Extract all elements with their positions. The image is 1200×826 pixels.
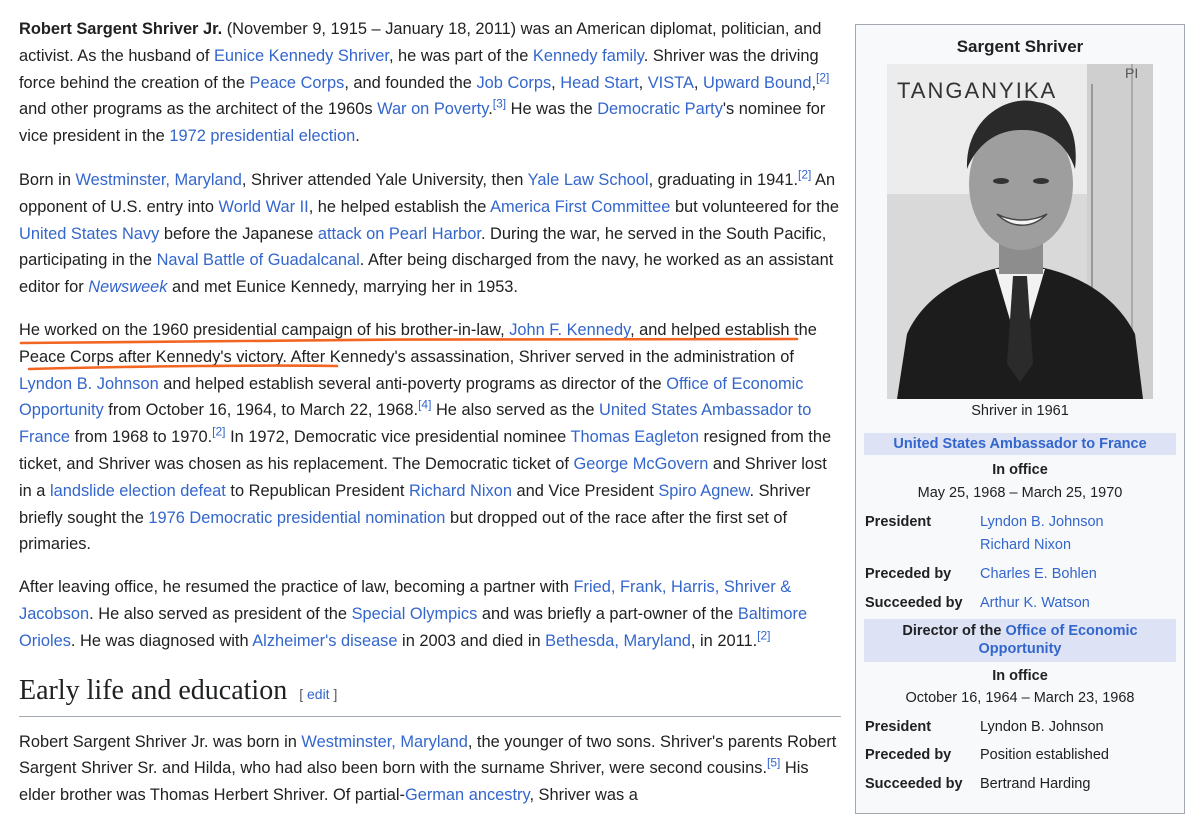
office1-in-office: In office [992,462,1048,478]
link-kennedy-family[interactable]: Kennedy family [533,47,644,65]
link-eunice-kennedy-shriver[interactable]: Eunice Kennedy Shriver [214,47,389,65]
office2-president-value: Lyndon B. Johnson [980,719,1104,735]
office1-preceded-value: Charles E. Bohlen [980,563,1097,586]
office2-president-label: President [865,719,932,735]
office1-president-list: Lyndon B. Johnson Richard Nixon [980,511,1104,557]
paragraph-later-life: After leaving office, he resumed the pra… [19,578,808,650]
link-alzheimers-disease[interactable]: Alzheimer's disease [252,632,397,650]
link-1972-presidential-election[interactable]: 1972 presidential election [169,127,355,145]
paragraph-early-life: Robert Sargent Shriver Jr. was born in W… [19,732,837,805]
citation-link[interactable]: [3] [493,97,506,111]
infobox-office1-header: United States Ambassador to France [864,433,1176,455]
link-thomas-eagleton[interactable]: Thomas Eagleton [571,428,699,446]
office1-preceded-label: Preceded by [865,566,952,582]
link-world-war-ii[interactable]: World War II [219,198,309,216]
citation-link[interactable]: [5] [767,756,780,770]
link-head-start[interactable]: Head Start [560,74,638,92]
link-america-first-committee[interactable]: America First Committee [490,198,670,216]
citation-link[interactable]: [2] [757,628,770,642]
citation-link[interactable]: [2] [798,168,811,182]
infobox-title: Sargent Shriver [956,37,1084,56]
svg-text:PI: PI [1125,65,1138,81]
section-edit: [ edit ] [299,685,338,702]
office1-dates: May 25, 1968 – March 25, 1970 [917,485,1123,501]
intro-paragraph: Robert Sargent Shriver Jr. (November 9, … [19,20,830,146]
link-democratic-party[interactable]: Democratic Party [597,100,723,118]
link-special-olympics[interactable]: Special Olympics [352,605,478,623]
office2-in-office: In office [992,668,1048,684]
link-newsweek[interactable]: Newsweek [88,278,167,296]
link-upward-bound[interactable]: Upward Bound [703,74,811,92]
link-landslide-election-defeat[interactable]: landslide election defeat [50,482,226,500]
section-heading: Early life and education[ edit ] [19,673,841,717]
office2-dates: October 16, 1964 – March 23, 1968 [905,690,1135,706]
link-german-ancestry[interactable]: German ancestry [405,786,530,804]
link-peace-corps[interactable]: Peace Corps [250,74,345,92]
portrait-image: TANGANYIKA PI [887,64,1153,399]
link-westminster-maryland[interactable]: Westminster, Maryland [301,733,467,751]
link-lyndon-b-johnson[interactable]: Lyndon B. Johnson [980,514,1104,530]
link-westminster-maryland[interactable]: Westminster, Maryland [76,171,242,189]
link-war-on-poverty[interactable]: War on Poverty [377,100,488,118]
link-richard-nixon[interactable]: Richard Nixon [980,537,1071,553]
link-united-states-navy[interactable]: United States Navy [19,225,159,243]
section-edit-link[interactable]: edit [307,686,330,702]
citation-link[interactable]: [2] [212,425,225,439]
link-george-mcgovern[interactable]: George McGovern [574,455,709,473]
link-lyndon-b-johnson[interactable]: Lyndon B. Johnson [19,375,159,393]
citation-link[interactable]: [2] [816,70,829,84]
office1-succeeded-value: Arthur K. Watson [980,592,1090,615]
link-spiro-agnew[interactable]: Spiro Agnew [658,482,749,500]
link-naval-battle-of-guadalcanal[interactable]: Naval Battle of Guadalcanal [157,251,360,269]
office2-preceded-label: Preceded by [865,747,952,763]
citation-link[interactable]: [4] [418,398,431,412]
link-john-f-kennedy[interactable]: John F. Kennedy [509,321,630,339]
link-attack-on-pearl-harbor[interactable]: attack on Pearl Harbor [318,225,481,243]
office1-president-label: President [865,514,932,530]
link-richard-nixon[interactable]: Richard Nixon [409,482,512,500]
office2-succeeded-value: Bertrand Harding [980,776,1091,792]
link-ambassador-to-france-office[interactable]: United States Ambassador to France [893,436,1146,452]
link-job-corps[interactable]: Job Corps [476,74,551,92]
infobox: Sargent Shriver TANGANYIKA PI Shriver in… [855,24,1185,814]
portrait-caption: Shriver in 1961 [971,403,1069,419]
article-body: Robert Sargent Shriver Jr. (November 9, … [19,16,844,826]
paragraph-political-career: He worked on the 1960 presidential campa… [19,320,832,554]
article-subject: Robert Sargent Shriver Jr. [19,20,223,38]
office2-preceded-value: Position established [980,747,1109,763]
link-bethesda-maryland[interactable]: Bethesda, Maryland [545,632,691,650]
infobox-office2-header: Director of the Office of Economic Oppor… [864,619,1176,662]
link-yale-law-school[interactable]: Yale Law School [528,171,649,189]
portrait-photo: TANGANYIKA PI [887,64,1153,399]
office2-succeeded-label: Succeeded by [865,776,963,792]
link-1976-democratic-nomination[interactable]: 1976 Democratic presidential nomination [148,509,445,527]
link-arthur-k-watson[interactable]: Arthur K. Watson [980,595,1090,611]
link-charles-e-bohlen[interactable]: Charles E. Bohlen [980,566,1097,582]
paragraph-early-career: Born in Westminster, Maryland, Shriver a… [19,167,839,297]
link-vista[interactable]: VISTA [648,74,694,92]
office1-succeeded-label: Succeeded by [865,595,963,611]
photo-sign-text: TANGANYIKA [897,78,1057,103]
